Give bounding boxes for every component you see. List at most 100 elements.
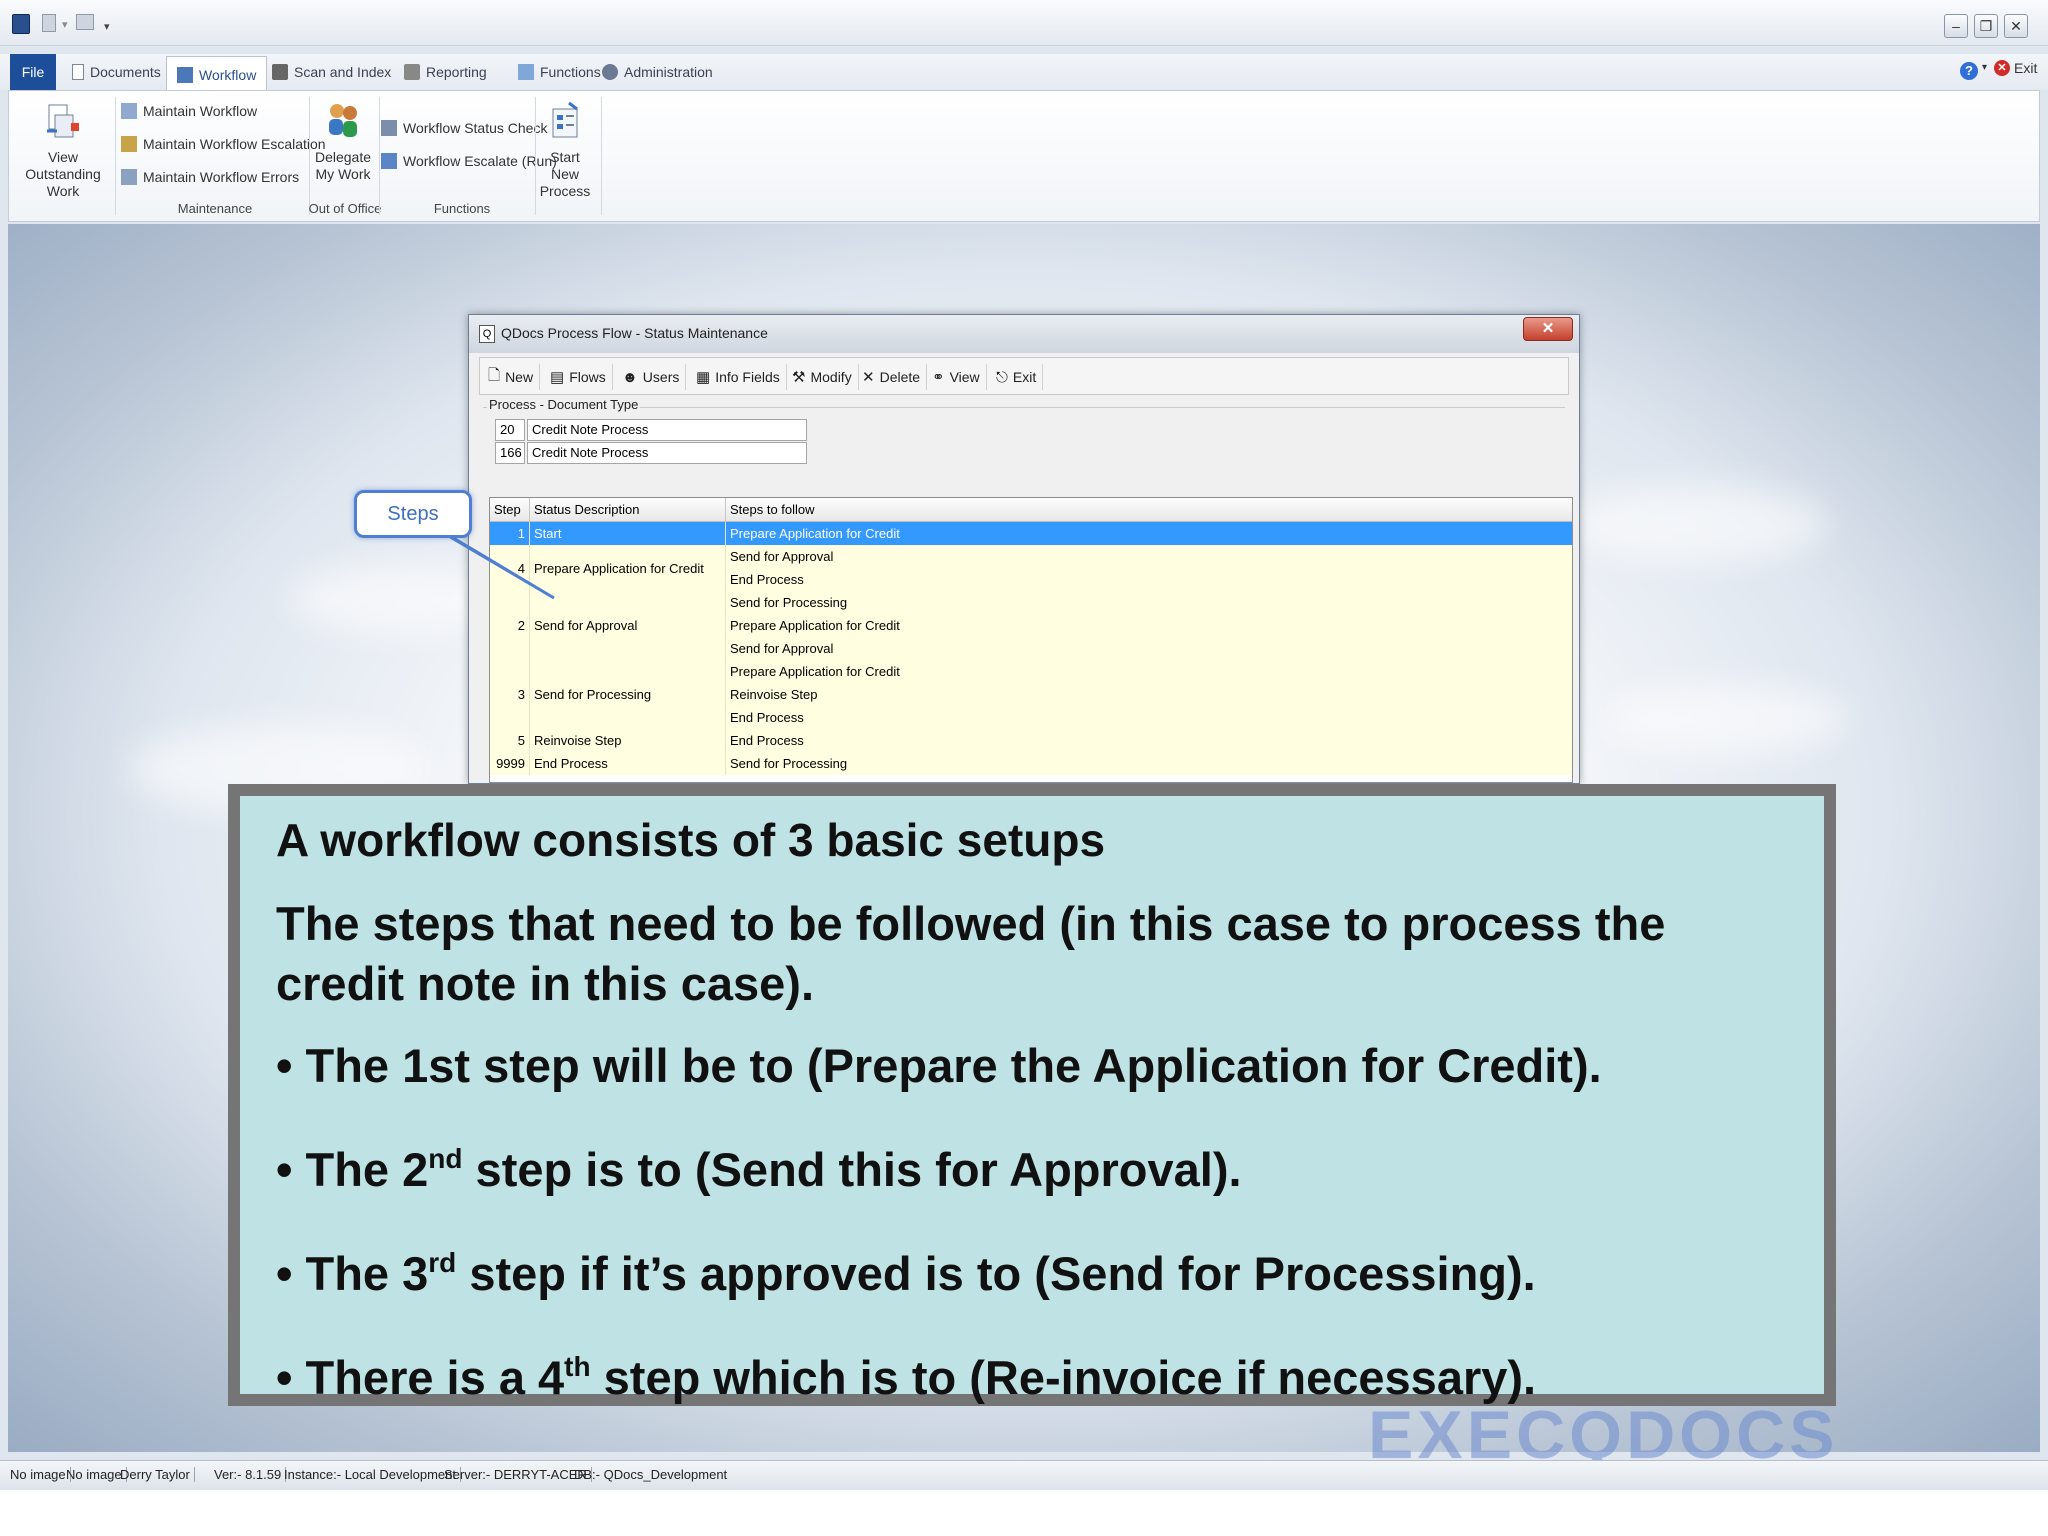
document-type-id-field[interactable]: 166	[495, 442, 525, 464]
errors-icon	[121, 169, 137, 185]
start-new-process-button[interactable]: Start New Process	[537, 101, 593, 200]
table-row[interactable]: 4 Prepare Application for Credit Send fo…	[490, 545, 1572, 591]
dialog-close-button[interactable]: ✕	[1523, 317, 1573, 341]
start-new-process-label: Start New Process	[539, 149, 591, 199]
bullet-text: The 1st step will be to (Prepare the App…	[305, 1039, 1602, 1092]
quick-access-dropdown-icon[interactable]: ▾	[62, 18, 68, 38]
bullet-text-rest: step if it’s approved is to (Send for Pr…	[456, 1247, 1536, 1300]
info-fields-icon: ▦	[696, 369, 711, 386]
maintain-escalation-label: Maintain Workflow Escalation	[143, 136, 326, 152]
modify-label: Modify	[810, 369, 852, 385]
outstanding-work-icon	[47, 104, 79, 138]
explanation-bullet: • The 3rd step if it’s approved is to (S…	[276, 1247, 1536, 1300]
users-icon: ☻	[622, 368, 638, 386]
tab-reporting[interactable]: Reporting	[394, 54, 497, 90]
table-row[interactable]: 2 Send for Approval Send for Processing …	[490, 591, 1572, 660]
exit-button[interactable]: ✕ Exit	[1994, 60, 2037, 76]
close-window-button[interactable]: ✕	[2004, 14, 2028, 38]
tab-admin-label: Administration	[624, 64, 713, 80]
maintain-errors-label: Maintain Workflow Errors	[143, 169, 300, 185]
column-header-steps-to-follow[interactable]: Steps to follow	[726, 498, 1572, 522]
step-number: 3	[490, 660, 530, 729]
document-type-name-field[interactable]: Credit Note Process	[527, 442, 807, 464]
users-button[interactable]: ☻ Users	[616, 364, 687, 390]
step-number: 1	[490, 522, 530, 545]
escalation-icon	[121, 136, 137, 152]
status-bar: No image No image Derry Taylor Ver:- 8.1…	[0, 1460, 2048, 1490]
document-icon	[72, 64, 84, 80]
steps-to-follow: End Process	[726, 729, 1572, 752]
functions-icon	[518, 64, 534, 80]
explanation-box: A workflow consists of 3 basic setups Th…	[228, 784, 1836, 1406]
exit-label: Exit	[2014, 60, 2038, 76]
status-description: Prepare Application for Credit	[530, 545, 726, 591]
status-check-icon	[381, 120, 397, 136]
next-step: Prepare Application for Credit	[730, 526, 900, 541]
explanation-bullet: • The 1st step will be to (Prepare the A…	[276, 1039, 1602, 1092]
tab-administration[interactable]: Administration	[592, 54, 723, 90]
table-row[interactable]: 9999 End Process Send for Processing	[490, 752, 1572, 775]
new-document-icon[interactable]	[42, 14, 56, 32]
dialog-title: QDocs Process Flow - Status Maintenance	[501, 325, 768, 341]
exit-icon: ✕	[1994, 60, 2010, 76]
info-fields-button[interactable]: ▦ Info Fields	[690, 364, 787, 390]
status-check-label: Workflow Status Check	[403, 120, 548, 136]
table-row[interactable]: 3 Send for Processing Prepare Applicatio…	[490, 660, 1572, 729]
scanner-icon	[272, 64, 288, 80]
table-row[interactable]: 5 Reinvoise Step End Process	[490, 729, 1572, 752]
next-step: End Process	[730, 572, 804, 587]
title-bar: ▾ ▾ – ❐ ✕	[0, 0, 2048, 46]
steps-to-follow: Prepare Application for Credit Reinvoise…	[726, 660, 1572, 729]
tab-reporting-label: Reporting	[426, 64, 487, 80]
settings-icon[interactable]	[76, 14, 94, 30]
delete-button[interactable]: ✕ Delete	[856, 364, 928, 390]
new-button[interactable]: 🗋 New	[482, 364, 541, 390]
status-description: Start	[530, 522, 726, 545]
next-step: Prepare Application for Credit	[730, 664, 900, 679]
status-user: Derry Taylor	[120, 1467, 195, 1482]
help-icon[interactable]: ?	[1960, 62, 1978, 80]
process-name-field[interactable]: Credit Note Process	[527, 419, 807, 441]
group-label-out-of-office: Out of Office	[308, 201, 382, 216]
process-id-field[interactable]: 20	[495, 419, 525, 441]
modify-button[interactable]: ⚒ Modify	[786, 364, 859, 390]
help-dropdown-icon[interactable]: ▾	[1982, 62, 1987, 73]
maintain-workflow-errors-button[interactable]: Maintain Workflow Errors	[121, 169, 299, 185]
column-header-status-description[interactable]: Status Description	[530, 498, 726, 522]
app-icon[interactable]	[12, 14, 30, 34]
new-label: New	[505, 369, 534, 385]
dialog-toolbar: 🗋 New ▤ Flows ☻ Users ▦ Info Fields ⚒ Modify …	[479, 357, 1569, 395]
dialog-exit-button[interactable]: ⎋ Exit	[990, 364, 1044, 390]
restore-button[interactable]: ❐	[1974, 14, 1998, 38]
tab-scan-and-index[interactable]: Scan and Index	[262, 54, 401, 90]
steps-grid: Step Status Description Steps to follow …	[489, 497, 1573, 783]
maintain-workflow-button[interactable]: Maintain Workflow	[121, 103, 257, 119]
step-number: 5	[490, 729, 530, 752]
workflow-status-check-button[interactable]: Workflow Status Check	[381, 120, 547, 136]
workflow-escalate-run-button[interactable]: Workflow Escalate (Run)	[381, 153, 557, 169]
steps-to-follow: Send for Approval End Process	[726, 545, 1572, 591]
bullet-text: The 2	[305, 1143, 429, 1196]
table-row[interactable]: 1 Start Prepare Application for Credit	[490, 522, 1572, 545]
view-button[interactable]: ⚭ View	[926, 364, 987, 390]
steps-to-follow: Prepare Application for Credit	[726, 522, 1572, 545]
maintain-workflow-escalation-button[interactable]: Maintain Workflow Escalation	[121, 136, 326, 152]
dialog-title-bar[interactable]: Q QDocs Process Flow - Status Maintenanc…	[469, 315, 1579, 353]
next-step: Send for Processing	[730, 595, 848, 610]
column-header-step[interactable]: Step	[490, 498, 530, 522]
ordinal-suffix: nd	[428, 1143, 463, 1174]
minimize-button[interactable]: –	[1944, 14, 1968, 38]
view-outstanding-work-button[interactable]: View Outstanding Work	[13, 101, 113, 200]
delegate-my-work-button[interactable]: Delegate My Work	[311, 101, 375, 183]
ordinal-suffix: th	[564, 1351, 591, 1382]
explanation-intro: The steps that need to be followed (in t…	[276, 897, 1666, 1010]
tab-documents[interactable]: Documents	[62, 54, 171, 90]
ordinal-suffix: rd	[428, 1247, 457, 1278]
flows-button[interactable]: ▤ Flows	[544, 364, 613, 390]
customize-toolbar-icon[interactable]: ▾	[104, 20, 110, 40]
tab-file[interactable]: File	[10, 54, 56, 90]
flows-label: Flows	[569, 369, 606, 385]
printer-icon	[404, 64, 420, 80]
tab-workflow[interactable]: Workflow	[166, 56, 268, 92]
status-version: Ver:- 8.1.59	[214, 1467, 287, 1482]
